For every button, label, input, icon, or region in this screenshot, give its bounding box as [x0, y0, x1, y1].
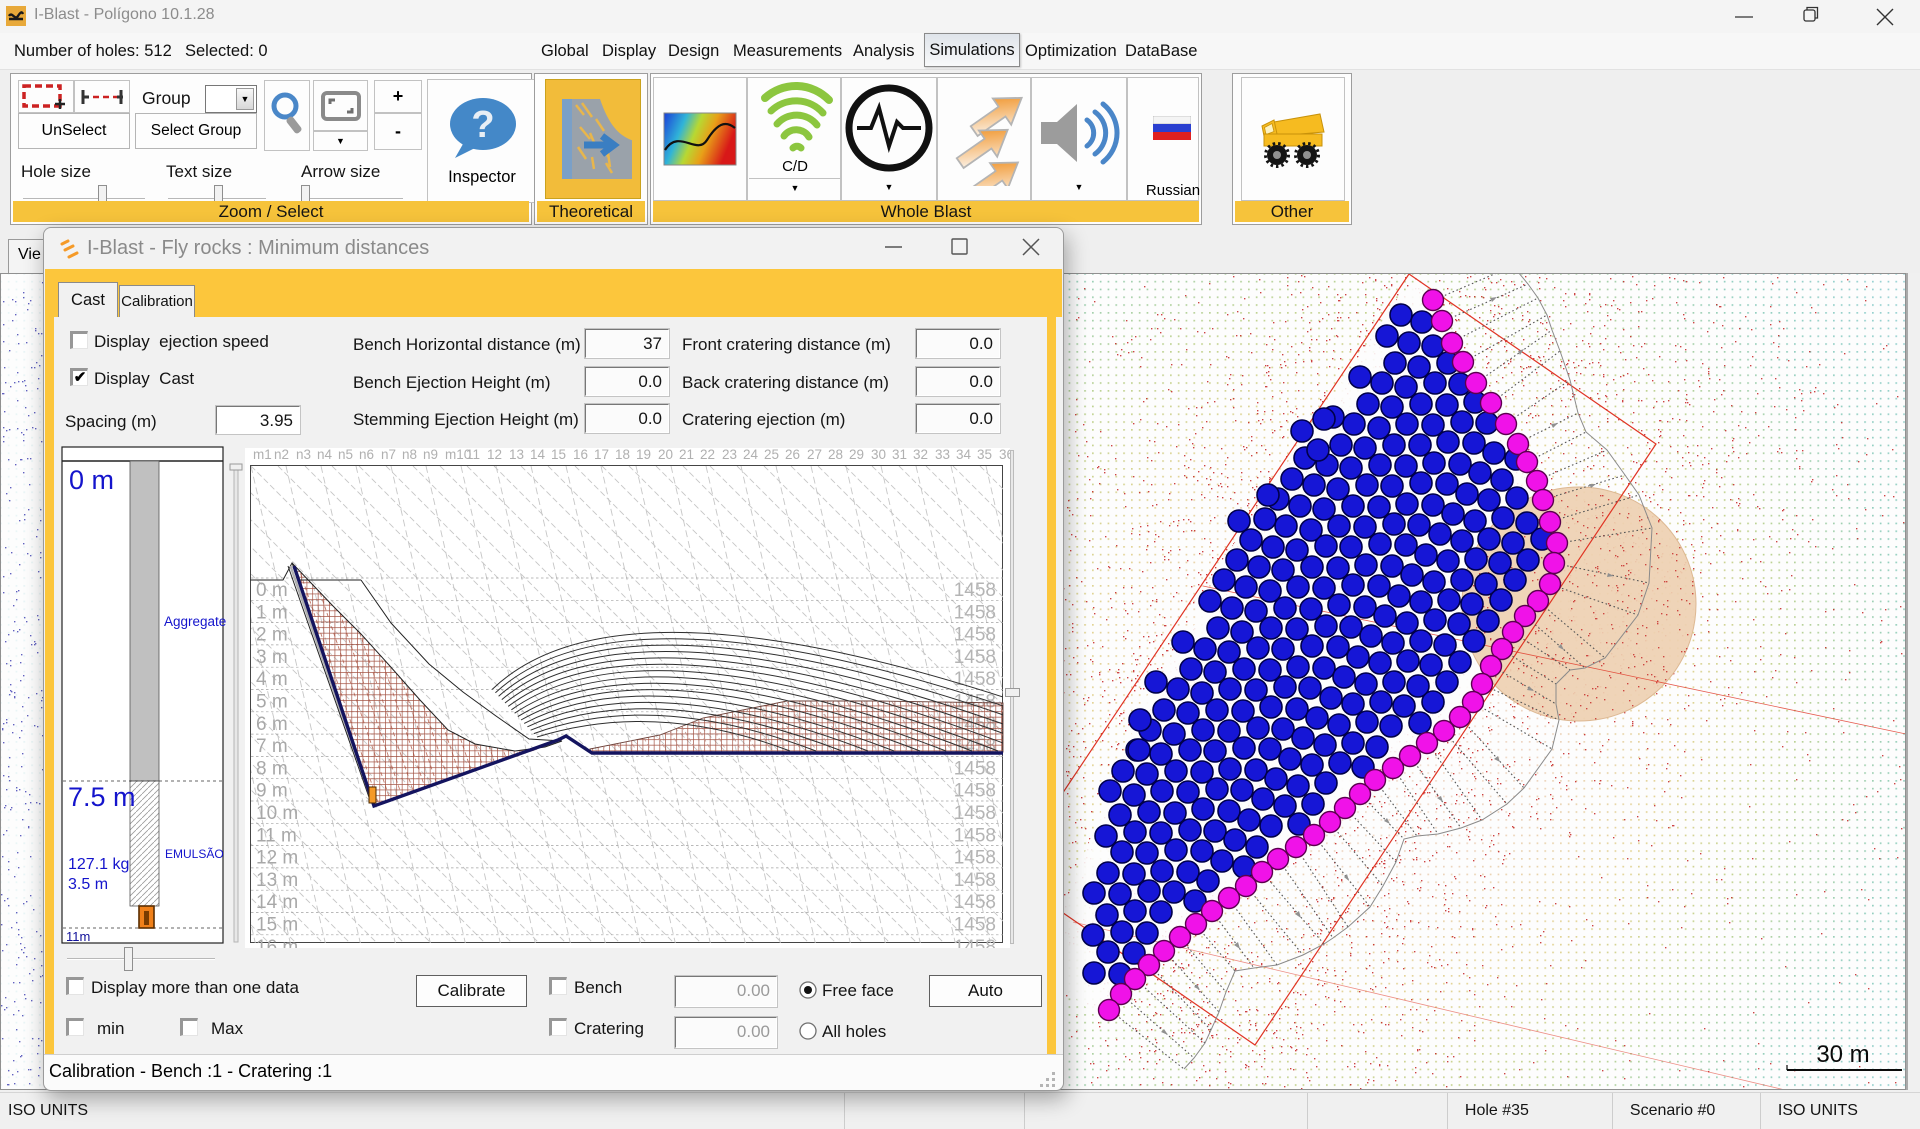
svg-text:27: 27: [807, 448, 822, 462]
svg-text:30: 30: [871, 448, 886, 462]
svg-text:11m: 11m: [66, 929, 90, 944]
svg-text:1458: 1458: [954, 870, 996, 891]
svg-text:24: 24: [743, 448, 759, 462]
svg-text:11: 11: [466, 448, 480, 462]
svg-text:3.5 m: 3.5 m: [68, 876, 108, 893]
svg-text:13: 13: [509, 448, 524, 462]
svg-text:n2: n2: [274, 448, 289, 462]
svg-text:5 m: 5 m: [256, 692, 288, 713]
svg-text:2 m: 2 m: [256, 625, 288, 646]
svg-text:36: 36: [999, 448, 1010, 462]
svg-text:m1: m1: [253, 448, 272, 462]
svg-text:12: 12: [487, 448, 502, 462]
svg-text:28: 28: [828, 448, 843, 462]
svg-text:n7: n7: [381, 448, 396, 462]
svg-text:1458: 1458: [954, 892, 996, 913]
svg-text:30 m: 30 m: [1816, 1041, 1869, 1068]
svg-text:3 m: 3 m: [256, 647, 288, 668]
svg-text:1458: 1458: [954, 602, 996, 623]
svg-text:8 m: 8 m: [256, 758, 288, 779]
svg-text:1458: 1458: [954, 580, 996, 601]
svg-text:1458: 1458: [954, 669, 996, 690]
svg-text:26: 26: [785, 448, 800, 462]
svg-text:29: 29: [849, 448, 864, 462]
svg-text:16 m: 16 m: [256, 937, 298, 948]
svg-text:7 m: 7 m: [256, 736, 288, 757]
svg-text:15: 15: [551, 448, 566, 462]
svg-text:n9: n9: [423, 448, 438, 462]
svg-text:14: 14: [530, 448, 546, 462]
svg-text:0 m: 0 m: [69, 465, 114, 495]
svg-text:1458: 1458: [954, 781, 996, 802]
svg-text:12 m: 12 m: [256, 848, 298, 869]
svg-text:32: 32: [913, 448, 928, 462]
svg-text:10 m: 10 m: [256, 803, 298, 824]
svg-text:1458: 1458: [954, 625, 996, 646]
svg-text:1458: 1458: [954, 825, 996, 846]
svg-text:13 m: 13 m: [256, 870, 298, 891]
svg-text:17: 17: [594, 448, 609, 462]
svg-text:1458: 1458: [954, 848, 996, 869]
svg-text:n4: n4: [317, 448, 333, 462]
svg-text:35: 35: [977, 448, 992, 462]
svg-text:?: ?: [471, 104, 494, 146]
svg-text:23: 23: [722, 448, 737, 462]
svg-text:1458: 1458: [954, 915, 996, 936]
svg-text:n8: n8: [402, 448, 417, 462]
svg-text:Aggregate: Aggregate: [164, 614, 226, 629]
svg-text:n3: n3: [296, 448, 311, 462]
svg-text:127.1 kg: 127.1 kg: [68, 856, 129, 873]
svg-text:19: 19: [636, 448, 651, 462]
svg-text:EMULSÃO: EMULSÃO: [165, 847, 224, 861]
svg-text:1458: 1458: [954, 937, 996, 948]
svg-text:14 m: 14 m: [256, 892, 298, 913]
svg-text:1 m: 1 m: [256, 602, 288, 623]
svg-text:0 m: 0 m: [256, 580, 288, 601]
svg-text:18: 18: [615, 448, 630, 462]
svg-text:4 m: 4 m: [256, 669, 288, 690]
svg-text:21: 21: [679, 448, 694, 462]
svg-text:16: 16: [573, 448, 588, 462]
svg-text:20: 20: [658, 448, 673, 462]
svg-text:n6: n6: [359, 448, 374, 462]
svg-text:9 m: 9 m: [256, 781, 288, 802]
svg-text:15 m: 15 m: [256, 915, 298, 936]
svg-text:7.5 m: 7.5 m: [68, 782, 136, 812]
svg-text:31: 31: [892, 448, 907, 462]
svg-text:25: 25: [764, 448, 779, 462]
svg-text:33: 33: [935, 448, 950, 462]
svg-text:22: 22: [700, 448, 715, 462]
svg-text:1458: 1458: [954, 803, 996, 824]
svg-text:34: 34: [956, 448, 972, 462]
svg-text:11 m: 11 m: [256, 825, 297, 846]
svg-text:1458: 1458: [954, 758, 996, 779]
svg-text:n5: n5: [338, 448, 353, 462]
svg-text:1458: 1458: [954, 647, 996, 668]
svg-text:6 m: 6 m: [256, 714, 288, 735]
